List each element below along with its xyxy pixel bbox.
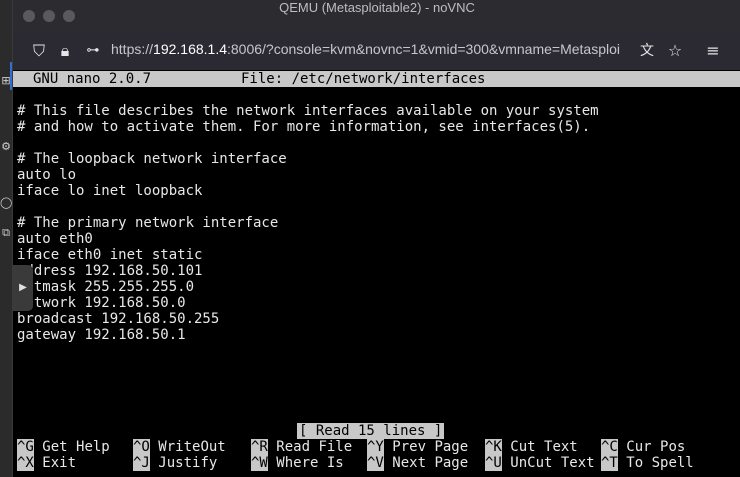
browser-window: QEMU (Metasploitable2) - noVNC ⛉ 🔒︎ ⊶ ht… xyxy=(12,0,740,477)
desktop-icon: ⚙ xyxy=(1,140,11,153)
shortcut-cut-text: ^K Cut Text xyxy=(485,439,578,455)
menu-icon[interactable]: ≡ xyxy=(703,41,723,61)
file-line: iface eth0 inet static xyxy=(17,247,203,263)
desktop-icon: ◯ xyxy=(0,196,13,209)
translate-icon[interactable]: 文 xyxy=(637,41,657,61)
shortcut-next-page: ^V Next Page xyxy=(367,455,469,471)
lock-icon[interactable]: 🔒︎ xyxy=(55,41,75,61)
url-path: :8006/?console=kvm&novnc=1&vmid=300&vmna… xyxy=(227,41,621,57)
title-bar: QEMU (Metasploitable2) - noVNC xyxy=(13,0,740,32)
shortcut-prev-page: ^Y Prev Page xyxy=(367,439,469,455)
shortcut-cur-pos: ^C Cur Pos xyxy=(601,439,686,455)
nano-header-bar: GNU nano 2.0.7 File: /etc/network/interf… xyxy=(13,71,740,87)
file-line: # The primary network interface xyxy=(17,215,279,231)
file-line: address 192.168.50.101 xyxy=(17,263,203,279)
file-line: auto lo xyxy=(17,167,77,183)
shortcut-to-spell: ^T To Spell xyxy=(601,455,694,471)
file-line: netmask 255.255.255.0 xyxy=(17,279,195,295)
nano-status-message: [ Read 15 lines ] xyxy=(297,423,445,439)
novnc-sidebar-handle[interactable]: ▶ xyxy=(13,265,33,311)
nano-version: GNU nano 2.0.7 xyxy=(33,71,152,87)
permissions-icon[interactable]: ⊶ xyxy=(83,41,103,61)
browser-toolbar: ⛉ 🔒︎ ⊶ https://192.168.1.4:8006/?console… xyxy=(13,32,740,70)
file-line: # and how to activate them. For more inf… xyxy=(17,119,591,135)
file-line: # This file describes the network interf… xyxy=(17,103,599,119)
file-line: auto eth0 xyxy=(17,231,93,247)
shortcut-get-help: ^G Get Help xyxy=(17,439,110,455)
shield-icon[interactable]: ⛉ xyxy=(29,41,49,61)
desktop-icon: ⧉ xyxy=(2,226,10,239)
shortcut-uncut-text: ^U UnCut Text xyxy=(485,455,595,471)
address-bar[interactable]: https://192.168.1.4:8006/?console=kvm&no… xyxy=(111,41,621,61)
url-host: 192.168.1.4 xyxy=(153,41,227,57)
chevron-right-icon: ▶ xyxy=(19,282,27,293)
window-title: QEMU (Metasploitable2) - noVNC xyxy=(279,0,475,15)
desktop-icon: ⊞ xyxy=(1,74,11,87)
file-line: # The loopback network interface xyxy=(17,151,287,167)
shortcut-where-is: ^W Where Is xyxy=(251,455,344,471)
url-scheme: https:// xyxy=(111,41,154,57)
file-line: gateway 192.168.50.1 xyxy=(17,327,186,343)
file-line: broadcast 192.168.50.255 xyxy=(17,311,220,327)
background-desktop: ⊞ ⚙ ◯ ⧉ xyxy=(0,0,14,477)
file-line: network 192.168.50.0 xyxy=(17,295,186,311)
vnc-console[interactable]: GNU nano 2.0.7 File: /etc/network/interf… xyxy=(13,70,740,477)
shortcut-justify: ^J Justify xyxy=(133,455,218,471)
bookmark-star-icon[interactable]: ☆ xyxy=(665,41,685,61)
shortcut-read-file: ^R Read File xyxy=(251,439,353,455)
shortcut-writeout: ^O WriteOut xyxy=(133,439,226,455)
nano-file-name: File: /etc/network/interfaces xyxy=(241,71,486,87)
file-line: iface lo inet loopback xyxy=(17,183,203,199)
shortcut-exit: ^X Exit xyxy=(17,455,77,471)
